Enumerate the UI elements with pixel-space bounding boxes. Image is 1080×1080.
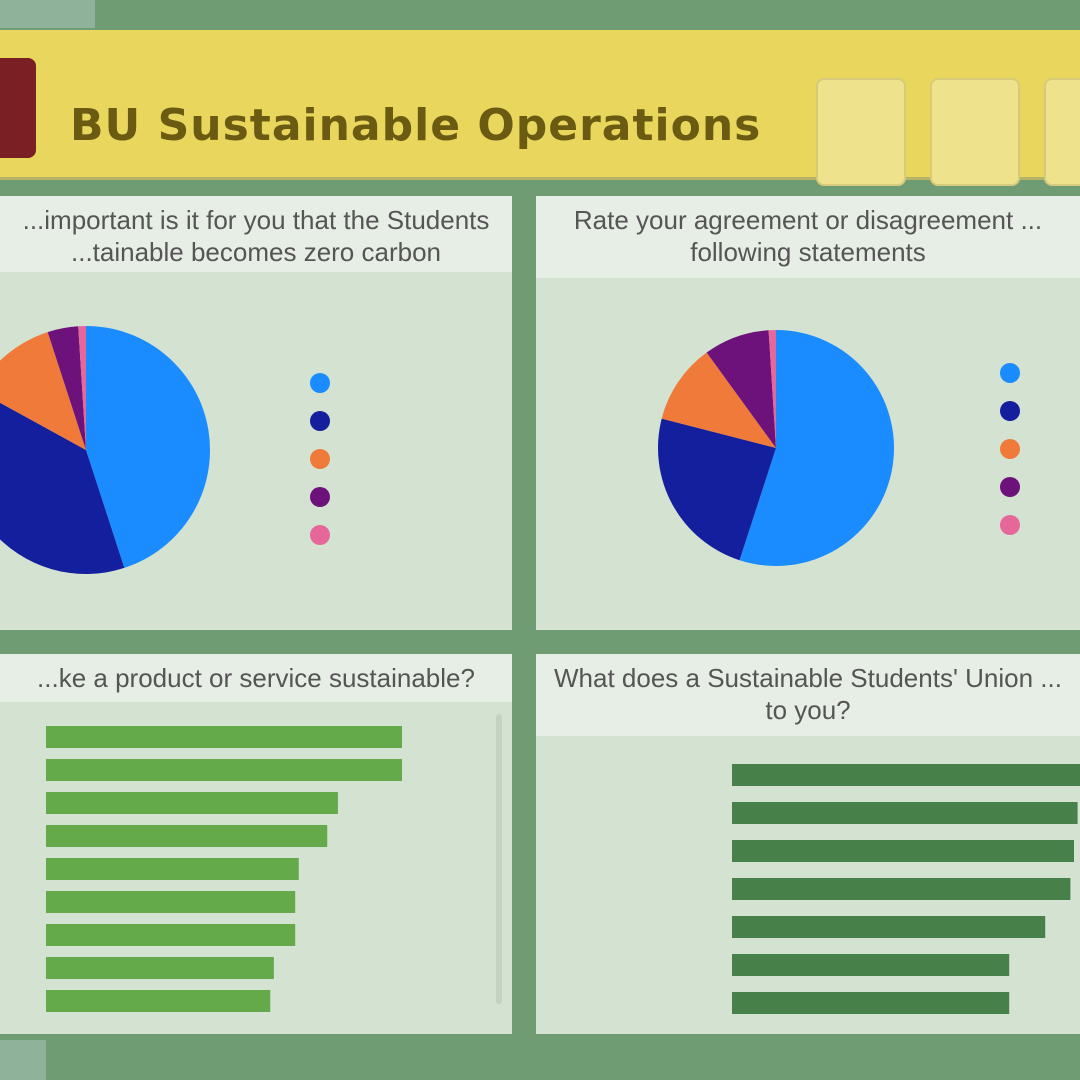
panel-product-bars: ...ke a product or service sustainable? xyxy=(0,654,512,1034)
legend-swatch xyxy=(1000,477,1020,497)
legend-item[interactable] xyxy=(1000,506,1030,544)
bottom-strip xyxy=(0,1040,1080,1080)
legend-item[interactable] xyxy=(310,478,340,516)
top-strip xyxy=(0,0,1080,28)
bar-chart-union xyxy=(732,764,1080,1014)
bar[interactable] xyxy=(732,802,1078,824)
kpi-card-1 xyxy=(816,78,906,186)
bar[interactable] xyxy=(46,957,274,979)
bottom-tab[interactable] xyxy=(0,1040,46,1080)
bar[interactable] xyxy=(732,764,1080,786)
bar[interactable] xyxy=(46,924,296,946)
legend-swatch xyxy=(310,525,330,545)
bar[interactable] xyxy=(46,726,402,748)
legend-item[interactable] xyxy=(1000,468,1030,506)
legend-swatch xyxy=(1000,515,1020,535)
legend-swatch xyxy=(310,487,330,507)
bar[interactable] xyxy=(46,891,296,913)
bar[interactable] xyxy=(46,990,271,1012)
panel-union-bars: What does a Sustainable Students' Union … xyxy=(536,654,1080,1034)
dashboard-header: BU Sustainable Operations xyxy=(0,30,1080,186)
pie-chart-agreement xyxy=(658,330,894,566)
legend-item[interactable] xyxy=(310,516,340,554)
pie-chart-importance xyxy=(0,326,210,574)
pie-legend xyxy=(1000,354,1030,544)
kpi-card-2 xyxy=(930,78,1020,186)
bar[interactable] xyxy=(46,825,328,847)
legend-swatch xyxy=(310,411,330,431)
legend-swatch xyxy=(1000,439,1020,459)
legend-item[interactable] xyxy=(1000,430,1030,468)
legend-item[interactable] xyxy=(1000,392,1030,430)
bar[interactable] xyxy=(46,759,402,781)
panel-agreement-pie: Rate your agreement or disagreement ... … xyxy=(536,196,1080,630)
kpi-card-3 xyxy=(1044,78,1080,186)
legend-item[interactable] xyxy=(310,402,340,440)
legend-item[interactable] xyxy=(310,364,340,402)
legend-swatch xyxy=(310,373,330,393)
bar[interactable] xyxy=(732,954,1010,976)
bar[interactable] xyxy=(46,792,338,814)
legend-item[interactable] xyxy=(1000,354,1030,392)
panel-importance-pie: ...important is it for you that the Stud… xyxy=(0,196,512,630)
brand-logo xyxy=(0,58,36,158)
top-tab[interactable] xyxy=(0,0,95,28)
scrollbar[interactable] xyxy=(496,714,502,1004)
bar[interactable] xyxy=(732,992,1010,1014)
bar[interactable] xyxy=(732,916,1046,938)
bar[interactable] xyxy=(732,840,1074,862)
legend-swatch xyxy=(310,449,330,469)
bar-chart-product xyxy=(46,726,402,1012)
legend-swatch xyxy=(1000,363,1020,383)
legend-item[interactable] xyxy=(310,440,340,478)
page-title: BU Sustainable Operations xyxy=(70,100,762,151)
legend-swatch xyxy=(1000,401,1020,421)
bar[interactable] xyxy=(46,858,299,880)
pie-legend xyxy=(310,364,340,554)
bar[interactable] xyxy=(732,878,1071,900)
